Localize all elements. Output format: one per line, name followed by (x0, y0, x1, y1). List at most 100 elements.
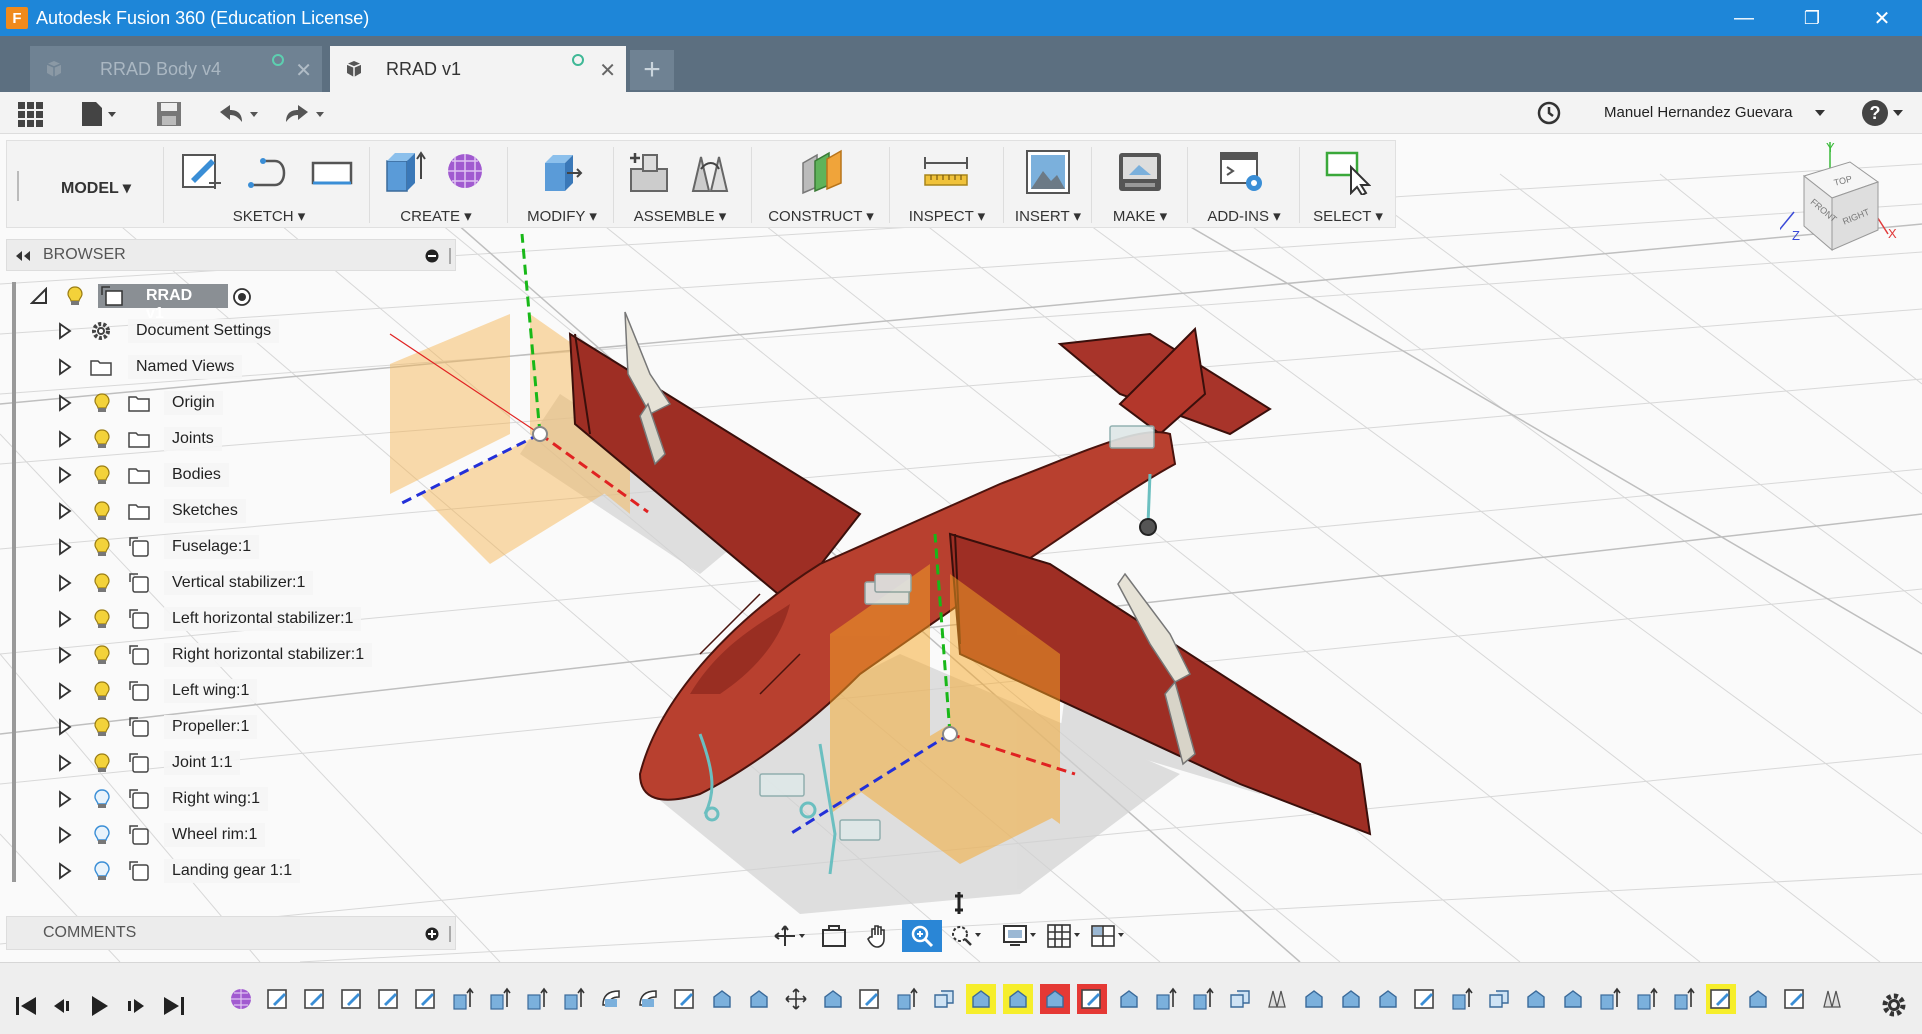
timeline-feature-icon[interactable] (263, 984, 293, 1014)
visibility-bulb-icon[interactable] (93, 573, 111, 593)
create-sketch-icon[interactable] (179, 149, 225, 195)
timeline-feature-icon[interactable] (818, 984, 848, 1014)
timeline-feature-icon[interactable] (1632, 984, 1662, 1014)
create-group[interactable]: CREATE ▾ (371, 141, 501, 229)
construct-menu[interactable]: CONSTRUCT ▾ (753, 207, 889, 225)
expand-arrow-icon[interactable] (58, 826, 72, 844)
press-pull-icon[interactable] (537, 149, 583, 195)
expand-arrow-icon[interactable] (58, 394, 72, 412)
browser-item[interactable]: Right horizontal stabilizer:1 (0, 640, 450, 670)
timeline-settings-gear-icon[interactable] (1880, 991, 1908, 1019)
redo-icon[interactable] (282, 102, 330, 126)
measure-icon[interactable] (923, 149, 969, 195)
visibility-bulb-icon[interactable] (93, 861, 111, 881)
timeline-feature-icon[interactable] (1595, 984, 1625, 1014)
inspect-menu[interactable]: INSPECT ▾ (891, 207, 1003, 225)
browser-item[interactable]: Vertical stabilizer:1 (0, 568, 450, 598)
tab-close-icon[interactable]: ✕ (295, 58, 312, 83)
visibility-bulb-icon[interactable] (93, 393, 111, 413)
select-icon[interactable] (1325, 149, 1371, 195)
data-panel-grid-icon[interactable] (18, 102, 44, 128)
go-to-end-icon[interactable] (160, 993, 188, 1019)
minimize-button[interactable]: — (1712, 0, 1776, 36)
construct-group[interactable]: CONSTRUCT ▾ (753, 141, 889, 229)
visibility-bulb-icon[interactable] (93, 537, 111, 557)
plus-circle-icon[interactable] (425, 927, 439, 941)
visibility-bulb-icon[interactable] (93, 501, 111, 521)
make-group[interactable]: MAKE ▾ (1093, 141, 1187, 229)
browser-item[interactable]: Landing gear 1:1 (0, 856, 450, 886)
expand-arrow-icon[interactable] (58, 862, 72, 880)
visibility-bulb-icon[interactable] (93, 609, 111, 629)
timeline-feature-icon[interactable] (966, 984, 996, 1014)
job-status-clock-icon[interactable] (1536, 100, 1562, 126)
nav-bar-grip-icon[interactable] (952, 892, 966, 914)
timeline-feature-icon[interactable] (1299, 984, 1329, 1014)
offset-plane-icon[interactable] (799, 149, 845, 195)
timeline-feature-icon[interactable] (892, 984, 922, 1014)
browser-item[interactable]: Left wing:1 (0, 676, 450, 706)
modify-menu[interactable]: MODIFY ▾ (511, 207, 613, 225)
close-window-button[interactable]: ✕ (1850, 0, 1914, 36)
browser-item[interactable]: Joint 1:1 (0, 748, 450, 778)
timeline-feature-icon[interactable] (1225, 984, 1255, 1014)
fit-button[interactable] (946, 920, 986, 952)
workspace-switcher[interactable]: MODEL ▾ (61, 178, 131, 198)
browser-item[interactable]: Left horizontal stabilizer:1 (0, 604, 450, 634)
tab-rrad-body-v4[interactable]: RRAD Body v4 ✕ (30, 46, 322, 92)
browser-item[interactable]: Sketches (0, 496, 450, 526)
timeline-feature-icon[interactable] (1558, 984, 1588, 1014)
expand-arrow-icon[interactable] (58, 430, 72, 448)
pan-button[interactable] (858, 920, 898, 952)
step-forward-icon[interactable] (122, 993, 150, 1019)
help-button[interactable]: ? (1862, 100, 1888, 126)
expand-arrow-icon[interactable] (58, 754, 72, 772)
timeline-feature-icon[interactable] (522, 984, 552, 1014)
form-icon[interactable] (443, 149, 489, 195)
browser-item[interactable]: Bodies (0, 460, 450, 490)
timeline-feature-icon[interactable] (929, 984, 959, 1014)
visibility-bulb-icon[interactable] (93, 465, 111, 485)
expand-arrow-icon[interactable] (58, 646, 72, 664)
timeline-feature-icon[interactable] (411, 984, 441, 1014)
create-menu[interactable]: CREATE ▾ (371, 207, 501, 225)
new-tab-button[interactable]: + (630, 50, 674, 90)
make-menu[interactable]: MAKE ▾ (1093, 207, 1187, 225)
sketch-menu[interactable]: SKETCH ▾ (169, 207, 369, 225)
browser-item[interactable]: Named Views (0, 352, 450, 382)
timeline-feature-icon[interactable] (707, 984, 737, 1014)
visibility-bulb-icon[interactable] (93, 681, 111, 701)
tab-rrad-v1[interactable]: RRAD v1 ✕ (330, 46, 626, 92)
expand-arrow-icon[interactable] (58, 718, 72, 736)
timeline-feature-icon[interactable] (1484, 984, 1514, 1014)
minus-circle-icon[interactable] (425, 249, 439, 263)
rectangle-icon[interactable] (309, 149, 355, 195)
expand-arrow-icon[interactable] (58, 502, 72, 520)
expand-arrow-icon[interactable] (58, 682, 72, 700)
add-ins-menu[interactable]: ADD-INS ▾ (1189, 207, 1299, 225)
timeline-feature-icon[interactable] (300, 984, 330, 1014)
visibility-bulb-icon[interactable] (93, 825, 111, 845)
timeline-feature-icon[interactable] (337, 984, 367, 1014)
modify-group[interactable]: MODIFY ▾ (511, 141, 613, 229)
browser-item[interactable]: Document Settings (0, 316, 450, 346)
new-component-icon[interactable] (627, 149, 673, 195)
timeline-feature-icon[interactable] (559, 984, 589, 1014)
browser-item[interactable]: Right wing:1 (0, 784, 450, 814)
timeline-feature-icon[interactable] (485, 984, 515, 1014)
assemble-group[interactable]: ASSEMBLE ▾ (615, 141, 745, 229)
timeline-feature-icon[interactable] (448, 984, 478, 1014)
collapse-arrow-icon[interactable] (30, 287, 48, 305)
timeline-feature-icon[interactable] (1447, 984, 1477, 1014)
timeline-feature-icon[interactable] (596, 984, 626, 1014)
timeline-feature-icon[interactable] (1151, 984, 1181, 1014)
timeline-feature-icon[interactable] (1262, 984, 1292, 1014)
timeline-feature-icon[interactable] (670, 984, 700, 1014)
select-menu[interactable]: SELECT ▾ (1301, 207, 1395, 225)
timeline-feature-icon[interactable] (1373, 984, 1403, 1014)
assemble-menu[interactable]: ASSEMBLE ▾ (615, 207, 745, 225)
orbit-button[interactable] (770, 920, 810, 952)
undo-icon[interactable] (216, 102, 264, 126)
look-at-button[interactable] (814, 920, 854, 952)
visibility-bulb-icon[interactable] (93, 429, 111, 449)
